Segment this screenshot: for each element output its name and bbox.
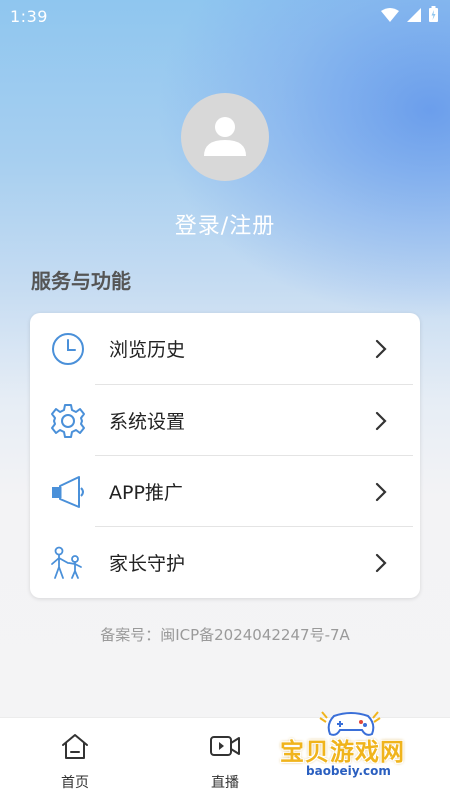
login-register-link[interactable]: 登录/注册 [0, 208, 450, 240]
menu-item-parental-guard[interactable]: 家长守护 [30, 527, 420, 598]
signal-icon [407, 7, 421, 26]
home-icon [60, 732, 90, 764]
menu-item-system-settings[interactable]: 系统设置 [30, 385, 420, 456]
menu-item-browsing-history[interactable]: 浏览历史 [30, 313, 420, 384]
icp-record-text: 备案号：闽ICP备2024042247号-7A [100, 626, 350, 644]
chevron-right-icon [375, 411, 387, 431]
wifi-icon [381, 7, 399, 26]
gear-icon [48, 401, 88, 441]
menu-item-app-promotion[interactable]: APP推广 [30, 456, 420, 527]
chevron-right-icon [375, 482, 387, 502]
watermark-logo: 宝贝游戏网 baobeiy.com [276, 710, 426, 800]
status-icons [381, 6, 438, 26]
family-icon [48, 543, 88, 583]
menu-item-label: 系统设置 [109, 411, 186, 433]
battery-icon [429, 6, 438, 26]
menu-item-label: 家长守护 [109, 553, 186, 575]
nav-label: 首页 [61, 775, 89, 791]
status-bar: 1:39 [0, 0, 450, 32]
watermark-url: baobeiy.com [302, 764, 395, 778]
user-avatar-icon [200, 110, 250, 164]
nav-item-live[interactable]: 直播 [190, 732, 260, 792]
services-card: 浏览历史 系统设置 APP推广 家长守护 [30, 313, 420, 598]
menu-item-label: APP推广 [109, 482, 183, 504]
status-time: 1:39 [10, 6, 48, 26]
clock-icon [48, 329, 88, 369]
nav-label: 直播 [211, 775, 239, 791]
services-section-title: 服务与功能 [31, 269, 131, 293]
chevron-right-icon [375, 339, 387, 359]
chevron-right-icon [375, 553, 387, 573]
megaphone-icon [48, 472, 88, 512]
avatar[interactable] [181, 93, 269, 181]
video-icon [209, 732, 241, 764]
menu-item-label: 浏览历史 [109, 339, 186, 361]
nav-item-home[interactable]: 首页 [40, 732, 110, 792]
watermark-text: 宝贝游戏网 [280, 738, 405, 766]
